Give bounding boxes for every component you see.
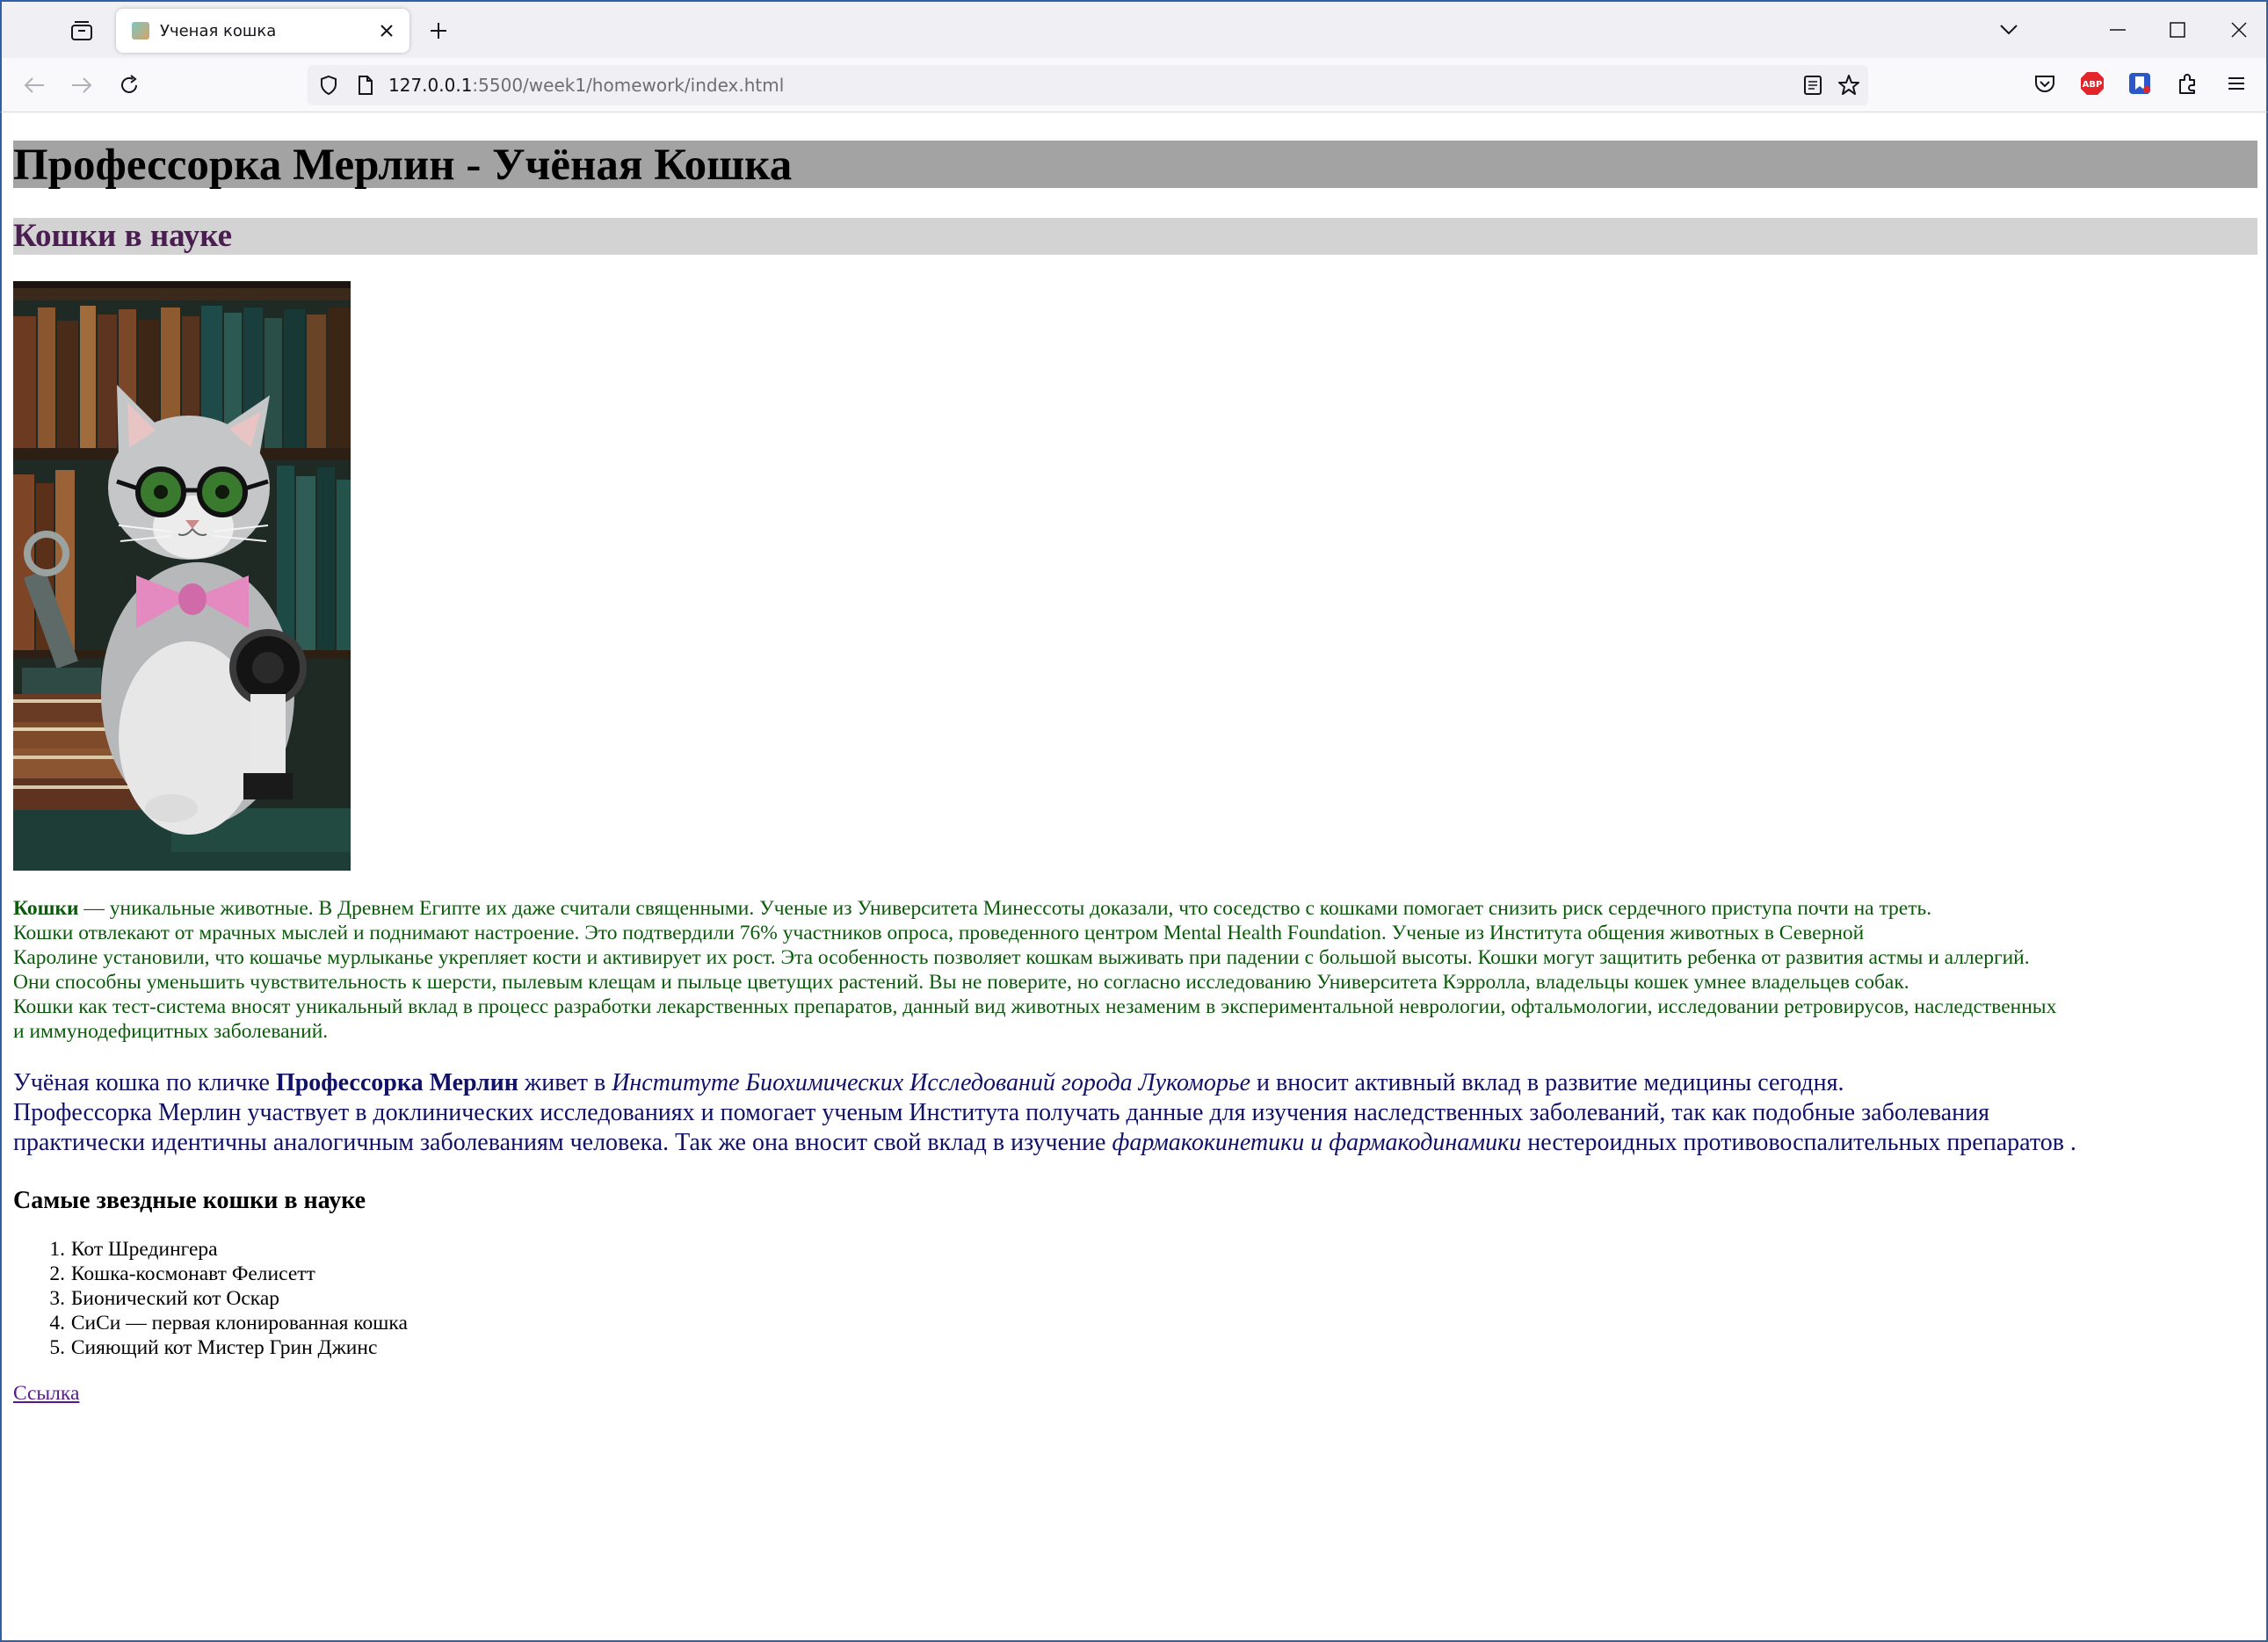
tab-close-icon[interactable] bbox=[374, 18, 399, 43]
adblock-plus-icon[interactable]: ABP bbox=[2079, 70, 2105, 97]
page-viewport: Профессорка Мерлин - Учёная Кошка Кошки … bbox=[0, 112, 2268, 1642]
svg-text:ABP: ABP bbox=[2083, 80, 2103, 90]
tab-overview-icon[interactable] bbox=[67, 18, 97, 44]
institute-name-italic: Институте Биохимических Исследований гор… bbox=[612, 1069, 1251, 1096]
list-item: 2. Кошка-космонавт Фелисетт bbox=[49, 1262, 315, 1285]
list-item: 4. СиСи — первая клонированная кошка bbox=[49, 1312, 408, 1335]
reader-view-icon[interactable] bbox=[1801, 74, 1824, 97]
list-item: 5. Сияющий кот Мистер Грин Джинс bbox=[49, 1336, 378, 1359]
merlin-paragraph: Учёная кошка по кличке Профессорка Мерли… bbox=[13, 1068, 2257, 1158]
intro-line-3: Каролине установили, что кошачье мурлыка… bbox=[13, 946, 2030, 969]
maximize-icon[interactable] bbox=[2160, 14, 2195, 46]
list-item: 3. Бионический кот Оскар bbox=[49, 1287, 280, 1310]
pharmacology-italic: фармакокинетики и фармакодинамики bbox=[1112, 1129, 1522, 1156]
extension-bookmark-icon[interactable] bbox=[2127, 70, 2153, 97]
intro-line-5: Кошки как тест-система вносят уникальный… bbox=[13, 995, 2057, 1018]
intro-paragraph: Кошки — уникальные животные. В Древнем Е… bbox=[13, 896, 2257, 1044]
extensions-puzzle-icon[interactable] bbox=[2174, 70, 2200, 97]
merlin-text-a3: и вносит активный вклад в развитие медиц… bbox=[1250, 1069, 1844, 1096]
famous-cats-heading: Самые звездные кошки в науке bbox=[13, 1187, 366, 1214]
tab-title: Ученая кошка bbox=[160, 21, 277, 40]
navigation-toolbar: 127.0.0.1:5500/week1/homework/index.html bbox=[0, 58, 2268, 112]
url-text[interactable]: 127.0.0.1:5500/week1/homework/index.html bbox=[388, 75, 784, 96]
intro-line-2: Кошки отвлекают от мрачных мыслей и подн… bbox=[13, 922, 1865, 944]
merlin-text-c1: практически идентичны аналогичным заболе… bbox=[13, 1129, 1112, 1156]
close-window-icon[interactable] bbox=[2221, 14, 2257, 46]
tracking-protection-icon[interactable] bbox=[318, 75, 339, 96]
section-heading: Кошки в науке bbox=[13, 218, 2257, 255]
merlin-name-bold: Профессорка Мерлин bbox=[275, 1069, 518, 1096]
source-link[interactable]: Ссылка bbox=[13, 1381, 79, 1406]
intro-bold-word: Кошки bbox=[13, 897, 79, 920]
list-all-tabs-icon[interactable] bbox=[1991, 14, 2026, 46]
menu-hamburger-icon[interactable] bbox=[2223, 70, 2250, 97]
merlin-line-2: Профессорка Мерлин участвует в доклиниче… bbox=[13, 1099, 1989, 1126]
page-info-icon[interactable] bbox=[355, 75, 376, 96]
list-item: 1. Кот Шредингера bbox=[49, 1238, 218, 1261]
tab-bar: Ученая кошка bbox=[0, 0, 2268, 58]
intro-line-1: — уникальные животные. В Древнем Египте … bbox=[78, 897, 1932, 920]
new-tab-button[interactable] bbox=[425, 18, 452, 44]
merlin-text-a2: живет в bbox=[518, 1069, 612, 1096]
forward-icon[interactable] bbox=[67, 70, 97, 100]
merlin-text-a1: Учёная кошка по кличке bbox=[13, 1069, 276, 1096]
scientist-cat-image bbox=[13, 281, 351, 871]
page-title: Профессорка Мерлин - Учёная Кошка bbox=[13, 141, 2257, 190]
url-bar[interactable]: 127.0.0.1:5500/week1/homework/index.html bbox=[308, 65, 1868, 105]
tab-favicon-icon bbox=[132, 22, 149, 40]
intro-line-4: Они способны уменьшить чувствительность … bbox=[13, 971, 1909, 994]
merlin-text-c2: нестероидных противовоспалительных препа… bbox=[1521, 1129, 2076, 1156]
intro-line-6: и иммунодефицитных заболеваний. bbox=[13, 1020, 329, 1043]
famous-cats-list: 1. Кот Шредингера 2. Кошка-космонавт Фел… bbox=[13, 1237, 408, 1360]
minimize-icon[interactable] bbox=[2100, 14, 2135, 46]
back-icon[interactable] bbox=[19, 70, 49, 100]
active-tab[interactable]: Ученая кошка bbox=[116, 9, 409, 53]
bookmark-star-icon[interactable] bbox=[1837, 73, 1861, 98]
pocket-icon[interactable] bbox=[2032, 70, 2058, 97]
reload-icon[interactable] bbox=[114, 70, 144, 100]
